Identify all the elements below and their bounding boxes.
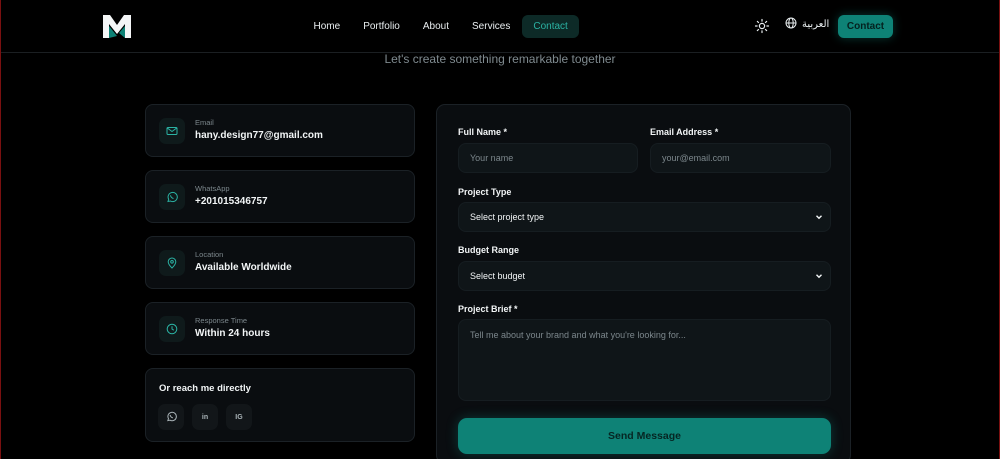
page-subtitle: Let's create something remarkable togeth…	[384, 52, 616, 66]
info-label: WhatsApp	[195, 184, 230, 193]
budget-select[interactable]: Select budget	[458, 261, 831, 291]
nav-link-contact[interactable]: Contact	[521, 15, 580, 38]
globe-icon	[785, 17, 797, 32]
brief-textarea[interactable]: Tell me about your brand and what you're…	[458, 319, 831, 401]
project-type-value: Select project type	[470, 212, 545, 222]
send-message-button[interactable]: Send Message	[458, 418, 831, 454]
social-links: in IG	[158, 404, 252, 430]
whatsapp-icon	[166, 411, 177, 424]
instagram-icon: IG	[235, 413, 243, 421]
contact-form: Full Name * Your name Email Address * yo…	[436, 104, 851, 459]
clock-icon	[159, 316, 185, 342]
budget-label: Budget Range	[458, 245, 520, 255]
theme-toggle-sun-icon[interactable]	[754, 18, 770, 34]
contact-card-email: Email hany.design77@gmail.com	[145, 104, 415, 157]
info-value: +201015346757	[195, 196, 268, 207]
nav-link-home[interactable]: Home	[302, 15, 352, 38]
info-value: hany.design77@gmail.com	[195, 130, 323, 141]
instagram-social-button[interactable]: IG	[226, 404, 252, 430]
project-type-select[interactable]: Select project type	[458, 202, 831, 232]
full-name-input[interactable]: Your name	[458, 143, 638, 173]
whatsapp-social-button[interactable]	[158, 404, 184, 430]
budget-value: Select budget	[470, 271, 526, 281]
brief-placeholder: Tell me about your brand and what you're…	[470, 330, 686, 340]
nav-contact-button[interactable]: Contact	[838, 15, 893, 38]
brief-label: Project Brief *	[458, 304, 518, 314]
info-label: Response Time	[195, 316, 248, 325]
info-value: Available Worldwide	[195, 262, 292, 273]
email-placeholder: your@email.com	[662, 153, 730, 163]
brand-logo[interactable]	[102, 12, 132, 40]
direct-contact-card: Or reach me directly in IG	[145, 368, 415, 442]
email-input[interactable]: your@email.com	[650, 143, 831, 173]
contact-card-response-time: Response Time Within 24 hours	[145, 302, 415, 355]
email-label: Email Address *	[650, 127, 719, 137]
contact-card-whatsapp: WhatsApp +201015346757	[145, 170, 415, 223]
linkedin-icon: in	[201, 413, 209, 421]
contact-card-location: Location Available Worldwide	[145, 236, 415, 289]
project-type-label: Project Type	[458, 187, 512, 197]
chevron-down-icon	[816, 215, 822, 220]
linkedin-social-button[interactable]: in	[192, 404, 218, 430]
whatsapp-icon	[159, 184, 185, 210]
full-name-label: Full Name *	[458, 127, 508, 137]
nav-links: Home Portfolio About Services Contact	[302, 15, 580, 38]
nav-link-portfolio[interactable]: Portfolio	[352, 15, 412, 38]
language-switch[interactable]: العربية	[785, 17, 829, 32]
nav-link-services[interactable]: Services	[461, 15, 522, 38]
direct-contact-title: Or reach me directly	[159, 383, 251, 394]
nav-link-about[interactable]: About	[411, 15, 460, 38]
language-label: العربية	[802, 19, 830, 30]
info-label: Location	[195, 250, 224, 259]
mail-icon	[159, 118, 185, 144]
chevron-down-icon	[816, 274, 822, 279]
full-name-placeholder: Your name	[470, 153, 514, 163]
info-value: Within 24 hours	[195, 328, 270, 339]
top-navbar: Home Portfolio About Services Contact ال…	[0, 0, 1000, 53]
info-label: Email	[195, 118, 214, 127]
location-pin-icon	[159, 250, 185, 276]
